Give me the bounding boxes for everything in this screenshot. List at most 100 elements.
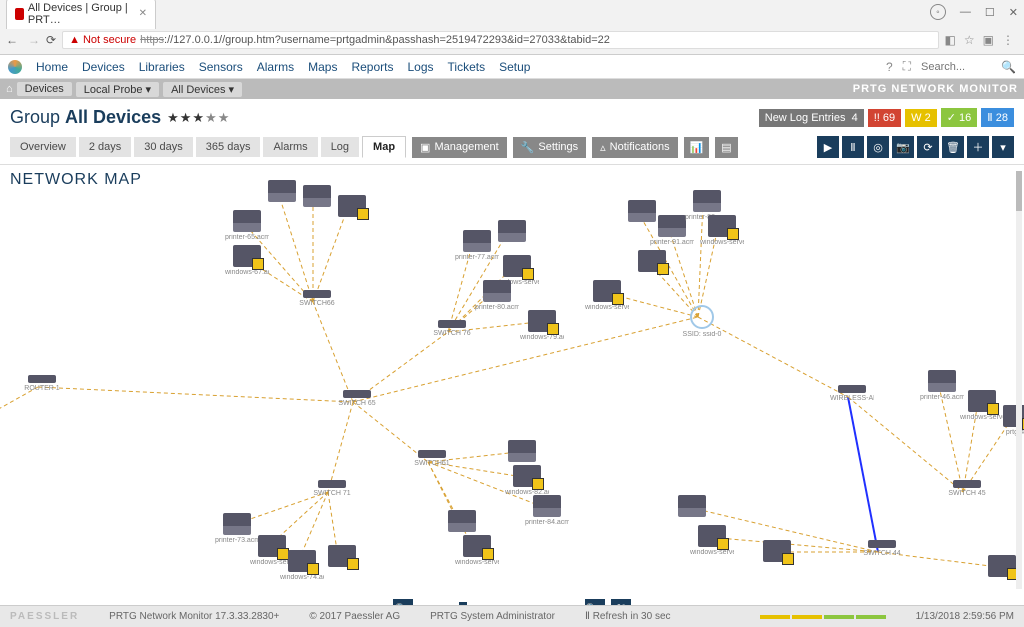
tab-map[interactable]: Map — [362, 136, 406, 158]
printer-icon — [268, 180, 296, 202]
tab-bar: Overview 2 days 30 days 365 days Alarms … — [0, 136, 1024, 165]
map-node-p25[interactable] — [320, 545, 364, 569]
minimize-icon[interactable]: — — [960, 6, 971, 18]
tab-log[interactable]: Log — [321, 137, 359, 157]
crumb-devices[interactable]: Devices — [17, 82, 72, 96]
footer-refresh[interactable]: Ⅱ Refresh in 30 sec — [585, 611, 671, 622]
tab-365days[interactable]: 365 days — [196, 137, 261, 157]
map-node-p5[interactable] — [330, 195, 374, 219]
play-icon[interactable]: ▶ — [817, 136, 839, 158]
tab-overview[interactable]: Overview — [10, 137, 76, 157]
map-node-p20[interactable] — [440, 510, 484, 534]
map-node-wireless[interactable]: WIRELESS-AP — [830, 385, 874, 402]
down-badge[interactable]: !! 69 — [868, 109, 901, 127]
qr-icon[interactable]: ◧ — [945, 33, 956, 47]
maximize-icon[interactable]: ☐ — [985, 6, 995, 19]
help-icon[interactable]: ? — [886, 60, 893, 74]
home-icon[interactable]: ⌂ — [6, 83, 13, 95]
nav-maps[interactable]: Maps — [308, 60, 337, 74]
map-node-p27[interactable]: windows-server-62.acme.com — [690, 525, 734, 556]
map-node-p26[interactable] — [670, 495, 714, 519]
fullscreen-icon[interactable]: ⛶ — [903, 59, 911, 74]
address-bar[interactable]: ▲ Not secure https://127.0.0.1//group.ht… — [62, 31, 938, 49]
refresh-icon[interactable]: ⟳ — [917, 136, 939, 158]
server-icon — [503, 255, 531, 277]
expand-icon[interactable]: ▾ — [992, 136, 1014, 158]
close-icon[interactable]: ✕ — [1009, 6, 1018, 19]
map-node-switch65[interactable]: SWITCH 65 — [335, 390, 379, 407]
tab-notifications[interactable]: ▵ Notifications — [592, 137, 677, 158]
tab-management[interactable]: ▣ Management — [412, 137, 507, 158]
nav-home[interactable]: Home — [36, 60, 68, 74]
search-icon[interactable]: 🔍 — [1001, 60, 1016, 74]
nav-alarms[interactable]: Alarms — [257, 60, 294, 74]
extension-icon[interactable]: ▣ — [983, 33, 994, 47]
footer-copyright[interactable]: © 2017 Paessler AG — [309, 611, 400, 622]
tab-alarms[interactable]: Alarms — [263, 137, 317, 157]
map-node-p24[interactable]: windows-74.acme.com — [280, 550, 324, 581]
window-controls: ◦ — ☐ ✕ — [930, 4, 1018, 20]
trash-icon[interactable]: 🗑 — [942, 136, 964, 158]
map-node-switch76[interactable]: SWITCH 76 — [430, 320, 474, 337]
map-node-p10[interactable]: windows-79.acme.com — [520, 310, 564, 341]
reload-icon[interactable]: ⟳ — [46, 33, 56, 47]
map-node-switch71[interactable]: SWITCH 71 — [310, 480, 354, 497]
map-node-p21[interactable]: windows-server-83.acme.com — [455, 535, 499, 566]
map-node-p17[interactable] — [500, 440, 544, 464]
tab-30days[interactable]: 30 days — [134, 137, 193, 157]
warning-badge[interactable]: W 2 — [905, 109, 937, 127]
map-node-switch45[interactable]: SWITCH 45 — [945, 480, 989, 497]
map-node-p4[interactable]: windows-67.acme.com — [225, 245, 269, 276]
map-node-p18[interactable]: windows-82.acme.com — [505, 465, 549, 496]
nav-logs[interactable]: Logs — [407, 60, 433, 74]
priority-stars[interactable]: ★★★★★ — [167, 110, 230, 126]
star-icon[interactable]: ☆ — [964, 33, 975, 47]
map-node-p16[interactable]: windows-server-87.acme.com — [585, 280, 629, 311]
map-node-switch66[interactable]: SWITCH66 — [295, 290, 339, 307]
map-node-p29[interactable]: printer-46.acme.com — [920, 370, 964, 401]
map-node-p7[interactable] — [490, 220, 534, 244]
up-badge[interactable]: ✓ 16 — [941, 108, 978, 127]
printer-icon — [498, 220, 526, 242]
search-input[interactable] — [921, 61, 991, 73]
crumb-probe[interactable]: Local Probe ▾ — [76, 82, 159, 97]
forward-icon[interactable]: → — [28, 33, 40, 47]
scan-icon[interactable]: ◎ — [867, 136, 889, 158]
map-node-p28[interactable] — [755, 540, 799, 564]
map-scrollbar[interactable] — [1016, 171, 1022, 589]
nav-libraries[interactable]: Libraries — [139, 60, 185, 74]
tab-settings[interactable]: 🔧 Settings — [513, 137, 586, 158]
nav-setup[interactable]: Setup — [499, 60, 530, 74]
nav-tickets[interactable]: Tickets — [448, 60, 486, 74]
nav-devices[interactable]: Devices — [82, 60, 125, 74]
map-node-p1[interactable]: printer-65.acme.com — [225, 210, 269, 241]
back-icon[interactable]: ← — [6, 33, 18, 47]
browser-tab[interactable]: All Devices | Group | PRT… ✕ — [6, 0, 156, 29]
map-node-switch44[interactable]: SWITCH 44 — [860, 540, 904, 557]
paused-badge[interactable]: Ⅱ 28 — [981, 108, 1014, 127]
add-icon[interactable]: ＋ — [967, 136, 989, 158]
footer-status-bars — [760, 615, 886, 619]
list-icon-btn[interactable]: ▤ — [715, 137, 737, 158]
footer-admin[interactable]: PRTG System Administrator — [430, 611, 555, 622]
map-node-p15[interactable] — [630, 250, 674, 274]
camera-icon[interactable]: 📷 — [892, 136, 914, 158]
pause-icon[interactable]: Ⅱ — [842, 136, 864, 158]
tab-close-icon[interactable]: ✕ — [139, 8, 147, 19]
map-node-p14[interactable]: windows-server-80.acme.com — [700, 215, 744, 246]
tab-2days[interactable]: 2 days — [79, 137, 131, 157]
user-icon[interactable]: ◦ — [930, 4, 946, 20]
map-node-ssid[interactable]: SSID: ssid-0 — [680, 305, 724, 338]
nav-sensors[interactable]: Sensors — [199, 60, 243, 74]
menu-icon[interactable]: ⋮ — [1002, 33, 1014, 47]
network-map[interactable]: NETWORK MAP ROUTER 1SWITCH 65SWITCH66SWI… — [0, 165, 1024, 595]
map-node-router1[interactable]: ROUTER 1 — [20, 375, 64, 392]
crumb-alldevices[interactable]: All Devices ▾ — [163, 82, 242, 97]
map-node-p9[interactable]: printer-80.acme.com — [475, 280, 519, 311]
map-node-p19[interactable]: printer-84.acme.com — [525, 495, 569, 526]
map-node-switch61[interactable]: SWITCH61 — [410, 450, 454, 467]
node-label: windows-79.acme.com — [520, 334, 564, 341]
new-log-badge[interactable]: New Log Entries 4 — [759, 109, 864, 127]
nav-reports[interactable]: Reports — [351, 60, 393, 74]
chart-icon-btn[interactable]: 📊 — [684, 137, 710, 158]
